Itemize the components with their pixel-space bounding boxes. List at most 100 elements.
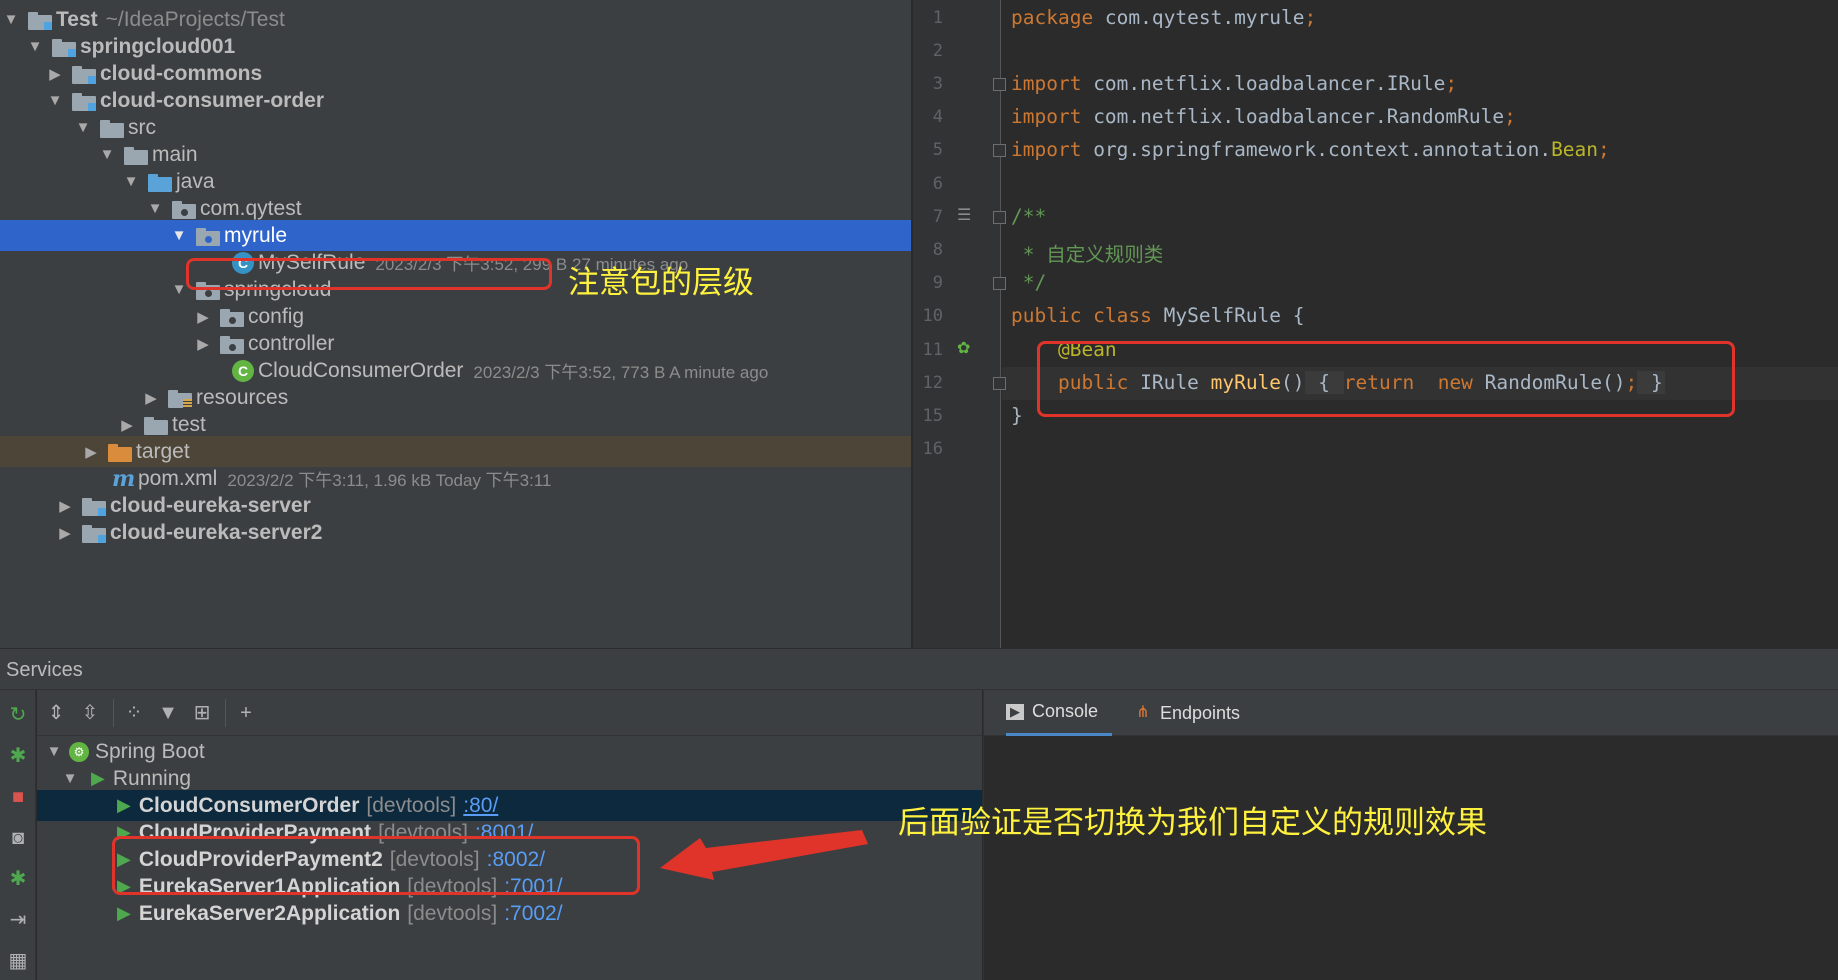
source-folder-icon — [148, 172, 172, 192]
chevron-right-icon[interactable]: ▶ — [192, 308, 214, 326]
chevron-right-icon[interactable]: ▶ — [80, 443, 102, 461]
port-link[interactable]: :7002/ — [504, 902, 562, 926]
module-icon — [82, 523, 106, 543]
line-number: 1 — [932, 8, 943, 28]
chevron-right-icon[interactable]: ▶ — [116, 416, 138, 434]
chevron-down-icon[interactable]: ▼ — [44, 92, 66, 109]
services-toolbar: ⇕ ⇳ ⁘ ▼ ⊞ + — [37, 690, 982, 736]
fold-marker-icon[interactable] — [993, 144, 1006, 157]
toolbar-separator — [225, 699, 226, 727]
annotation-package-note: 注意包的层级 — [568, 265, 754, 301]
tab-console[interactable]: ▶ Console — [1006, 690, 1113, 736]
chevron-down-icon[interactable]: ▼ — [43, 743, 65, 760]
highlight-box-bean — [1037, 341, 1735, 417]
group-by-icon[interactable]: ⁘ — [121, 700, 147, 726]
line-number: 4 — [932, 107, 943, 127]
editor-gutter: 1 2 3 4 5 6 7 8 9 10 11 12 15 16 ☰ ✿ — [913, 0, 1001, 648]
console-tab-bar: ▶ Console ⋔ Endpoints — [984, 690, 1838, 736]
spring-bean-icon[interactable]: ✿ — [957, 338, 970, 358]
project-tree: ▼ Test ~/IdeaProjects/Test ▼ springcloud… — [0, 0, 911, 648]
chevron-down-icon[interactable]: ▼ — [24, 38, 46, 55]
chevron-right-icon[interactable]: ▶ — [192, 335, 214, 353]
package-icon — [220, 334, 244, 354]
resources-folder-icon — [168, 388, 192, 408]
code-line-1: package com.qytest.myrule; — [1011, 6, 1317, 29]
line-number: 7 — [932, 207, 943, 227]
rerun-debug-icon[interactable]: ✱ — [7, 868, 29, 890]
line-number: 2 — [932, 41, 943, 61]
login-icon[interactable]: ⇥ — [7, 909, 29, 931]
code-line-10: public class MySelfRule { — [1011, 304, 1305, 327]
refresh-icon[interactable]: ↻ — [7, 704, 29, 726]
endpoints-icon: ⋔ — [1136, 704, 1150, 721]
chevron-right-icon[interactable]: ▶ — [54, 524, 76, 542]
line-number: 9 — [932, 273, 943, 293]
debug-icon[interactable]: ✱ — [7, 745, 29, 767]
run-icon: ▶ — [117, 903, 131, 923]
line-number: 11 — [922, 340, 943, 360]
chevron-down-icon[interactable]: ▼ — [0, 11, 22, 28]
folder-icon — [100, 118, 124, 138]
code-line-5: import org.springframework.context.annot… — [1011, 138, 1610, 161]
line-number: 8 — [932, 240, 943, 260]
highlight-box-providers — [112, 836, 640, 895]
port-link[interactable]: :80/ — [463, 794, 498, 818]
layout-icon[interactable]: ▦ — [7, 950, 29, 972]
services-header: Services — [0, 648, 1838, 690]
chevron-right-icon[interactable]: ▶ — [140, 389, 162, 407]
doc-render-icon[interactable]: ☰ — [957, 205, 971, 225]
chevron-down-icon[interactable]: ▼ — [96, 146, 118, 163]
line-number: 5 — [932, 140, 943, 160]
run-icon: ▶ — [117, 795, 131, 815]
line-number: 12 — [922, 373, 943, 393]
code-line-3: import com.netflix.loadbalancer.IRule; — [1011, 72, 1458, 95]
fold-marker-icon[interactable] — [993, 377, 1006, 390]
highlight-box-package — [186, 258, 552, 290]
run-icon: ▶ — [91, 768, 105, 788]
console-icon: ▶ — [1006, 703, 1024, 720]
stop-icon[interactable]: ■ — [7, 786, 29, 808]
excluded-folder-icon — [108, 442, 132, 462]
line-number: 3 — [932, 74, 943, 94]
services-side-toolbar: ↻ ✱ ■ ◙ ✱ ⇥ ▦ — [0, 690, 36, 980]
package-icon — [196, 226, 220, 246]
collapse-all-icon[interactable]: ⇳ — [77, 700, 103, 726]
chevron-right-icon[interactable]: ▶ — [44, 65, 66, 83]
annotation-arrow-icon — [660, 830, 868, 880]
module-icon — [52, 37, 76, 57]
filter-icon[interactable]: ▼ — [155, 700, 181, 726]
expand-all-icon[interactable]: ⇕ — [43, 700, 69, 726]
folder-icon — [144, 415, 168, 435]
folder-icon — [124, 145, 148, 165]
code-line-15: } — [1011, 404, 1023, 427]
module-icon — [28, 10, 52, 30]
tree-item-cloud-eureka-server2[interactable]: ▶ cloud-eureka-server2 — [0, 517, 911, 548]
annotation-verify-note: 后面验证是否切换为我们自定义的规则效果 — [898, 805, 1487, 841]
tab-endpoints[interactable]: ⋔ Endpoints — [1134, 690, 1240, 736]
code-line-7: /** — [1011, 205, 1047, 228]
code-line-4: import com.netflix.loadbalancer.RandomRu… — [1011, 105, 1516, 128]
maven-icon: m — [112, 465, 136, 492]
module-icon — [72, 64, 96, 84]
chevron-down-icon[interactable]: ▼ — [168, 227, 190, 244]
line-number: 16 — [922, 439, 943, 459]
fold-marker-icon[interactable] — [993, 78, 1006, 91]
module-icon — [72, 91, 96, 111]
chevron-down-icon[interactable]: ▼ — [59, 770, 81, 787]
spring-boot-icon: ⚙ — [69, 741, 89, 762]
line-number: 10 — [922, 306, 943, 326]
chevron-down-icon[interactable]: ▼ — [144, 200, 166, 217]
chevron-down-icon[interactable]: ▼ — [120, 173, 142, 190]
code-editor[interactable]: 1 2 3 4 5 6 7 8 9 10 11 12 15 16 ☰ ✿ pac… — [913, 0, 1838, 648]
package-icon — [220, 307, 244, 327]
camera-icon[interactable]: ◙ — [7, 827, 29, 849]
chevron-right-icon[interactable]: ▶ — [54, 497, 76, 515]
fold-marker-icon[interactable] — [993, 211, 1006, 224]
fold-marker-icon[interactable] — [993, 277, 1006, 290]
services-title: Services — [6, 659, 83, 681]
add-icon[interactable]: + — [233, 700, 259, 726]
line-number: 6 — [932, 174, 943, 194]
line-number: 15 — [922, 406, 943, 426]
new-tab-icon[interactable]: ⊞ — [189, 700, 215, 726]
chevron-down-icon[interactable]: ▼ — [72, 119, 94, 136]
